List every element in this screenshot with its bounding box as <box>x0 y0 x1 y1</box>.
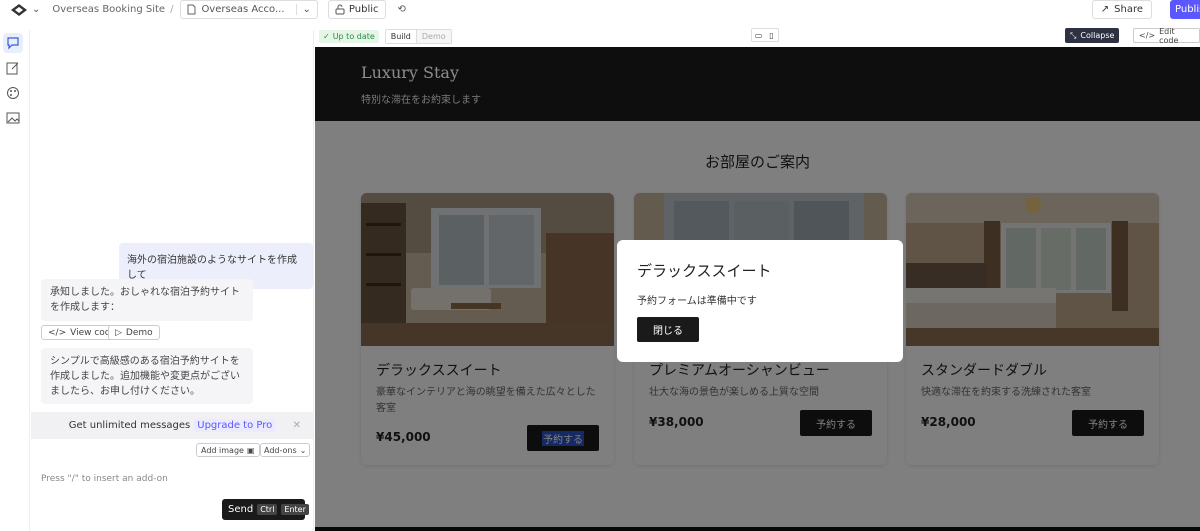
modal-close-button[interactable]: 閉じる <box>637 317 699 342</box>
status-label: Up to date <box>332 31 375 41</box>
preview-toolbar: ✓ Up to date Build Demo ▭ ▯ ⤡ Collapse <… <box>315 27 1200 45</box>
publish-label: Publish <box>1175 4 1200 15</box>
site-preview: Luxury Stay 特別な滞在をお約束します お部屋のご案内 デラックス <box>315 47 1200 531</box>
code-icon: </> <box>1139 31 1156 40</box>
play-icon: ▷ <box>115 327 122 338</box>
demo-button[interactable]: ▷ Demo <box>108 325 160 340</box>
edit-icon[interactable] <box>3 58 23 78</box>
left-icon-rail <box>0 30 30 531</box>
logo-icon <box>11 3 27 16</box>
edit-code-label: Edit code <box>1159 26 1179 45</box>
share-icon: ↗ <box>1100 4 1110 15</box>
mode-toggle: Build Demo <box>384 28 452 44</box>
close-icon[interactable]: ✕ <box>293 420 301 431</box>
image-icon[interactable] <box>3 108 23 128</box>
addons-dropdown[interactable]: Add-ons ⌄ <box>260 443 311 457</box>
modal-text: 予約フォームは準備中です <box>637 296 757 307</box>
add-image-label: Add image <box>201 445 244 455</box>
tab-demo[interactable]: Demo <box>416 29 451 43</box>
assistant-message: 承知しました。おしゃれな宿泊予約サイトを作成します： <box>41 279 253 321</box>
upgrade-banner: Get unlimited messages Upgrade to Pro ✕ <box>31 412 313 439</box>
chevron-down-icon[interactable]: ⌄ <box>295 4 311 15</box>
visibility-label: Public <box>348 4 379 15</box>
breadcrumb-project[interactable]: Overseas Booking Site <box>52 4 165 15</box>
check-icon: ✓ <box>323 31 330 41</box>
document-icon <box>187 4 196 15</box>
code-icon: </> <box>48 327 67 338</box>
collapse-button[interactable]: ⤡ Collapse <box>1065 28 1120 43</box>
share-button[interactable]: ↗ Share <box>1091 0 1152 19</box>
assistant-message: シンプルで高級感のある宿泊予約サイトを作成しました。追加機能や変更点がございまし… <box>41 348 253 404</box>
modal-title: デラックススイート <box>637 262 772 280</box>
status-badge: ✓ Up to date <box>319 29 379 43</box>
send-button[interactable]: Send Ctrl Enter <box>222 499 309 520</box>
chat-icon[interactable] <box>3 33 23 53</box>
breadcrumb-separator: / <box>170 4 174 15</box>
chat-input[interactable]: Press "/" to insert an add-on <box>41 474 168 484</box>
desktop-icon[interactable]: ▭ <box>752 29 765 41</box>
page-name: Overseas Acco... <box>201 4 285 15</box>
upgrade-link[interactable]: Upgrade to Pro <box>194 419 276 432</box>
addons-label: Add-ons <box>264 445 297 455</box>
device-toggle: ▭ ▯ <box>751 28 779 42</box>
mobile-icon[interactable]: ▯ <box>765 29 778 41</box>
page-selector[interactable]: Overseas Acco... ⌄ <box>180 0 318 19</box>
collapse-label: Collapse <box>1080 31 1115 40</box>
modal-backdrop-header <box>315 47 1200 121</box>
palette-icon[interactable] <box>3 83 23 103</box>
image-add-icon: ▣ <box>246 445 255 455</box>
unlock-icon <box>335 4 345 15</box>
chat-panel: 海外の宿泊施設のようなサイトを作成して 承知しました。おしゃれな宿泊予約サイトを… <box>31 30 314 531</box>
history-icon[interactable]: ⟲ <box>398 4 406 15</box>
tab-build[interactable]: Build <box>385 29 417 43</box>
kbd-ctrl: Ctrl <box>257 504 278 515</box>
upgrade-text: Get unlimited messages <box>68 420 191 431</box>
app-logo[interactable]: ⌄ <box>10 3 40 17</box>
kbd-enter: Enter <box>281 504 309 515</box>
chevron-down-icon: ⌄ <box>32 4 41 15</box>
collapse-icon: ⤡ <box>1070 30 1077 40</box>
edit-code-button[interactable]: </> Edit code <box>1133 26 1200 45</box>
chevron-down-icon: ⌄ <box>299 445 307 455</box>
add-image-button[interactable]: Add image ▣ <box>196 443 260 457</box>
booking-modal: デラックススイート 予約フォームは準備中です 閉じる <box>617 240 903 362</box>
top-bar: ⌄ Overseas Booking Site / Overseas Acco.… <box>0 0 1200 19</box>
send-label: Send <box>228 504 254 515</box>
demo-label: Demo <box>125 327 153 338</box>
publish-button[interactable]: Publish <box>1170 0 1200 19</box>
share-label: Share <box>1114 4 1143 15</box>
visibility-button[interactable]: Public <box>327 0 386 19</box>
